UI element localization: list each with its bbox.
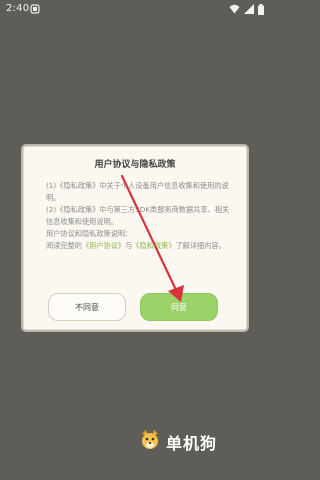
watermark: 单机狗	[138, 428, 217, 456]
watermark-text: 单机狗	[166, 434, 218, 453]
dog-logo-icon	[138, 428, 162, 456]
annotation-arrow	[120, 174, 184, 302]
